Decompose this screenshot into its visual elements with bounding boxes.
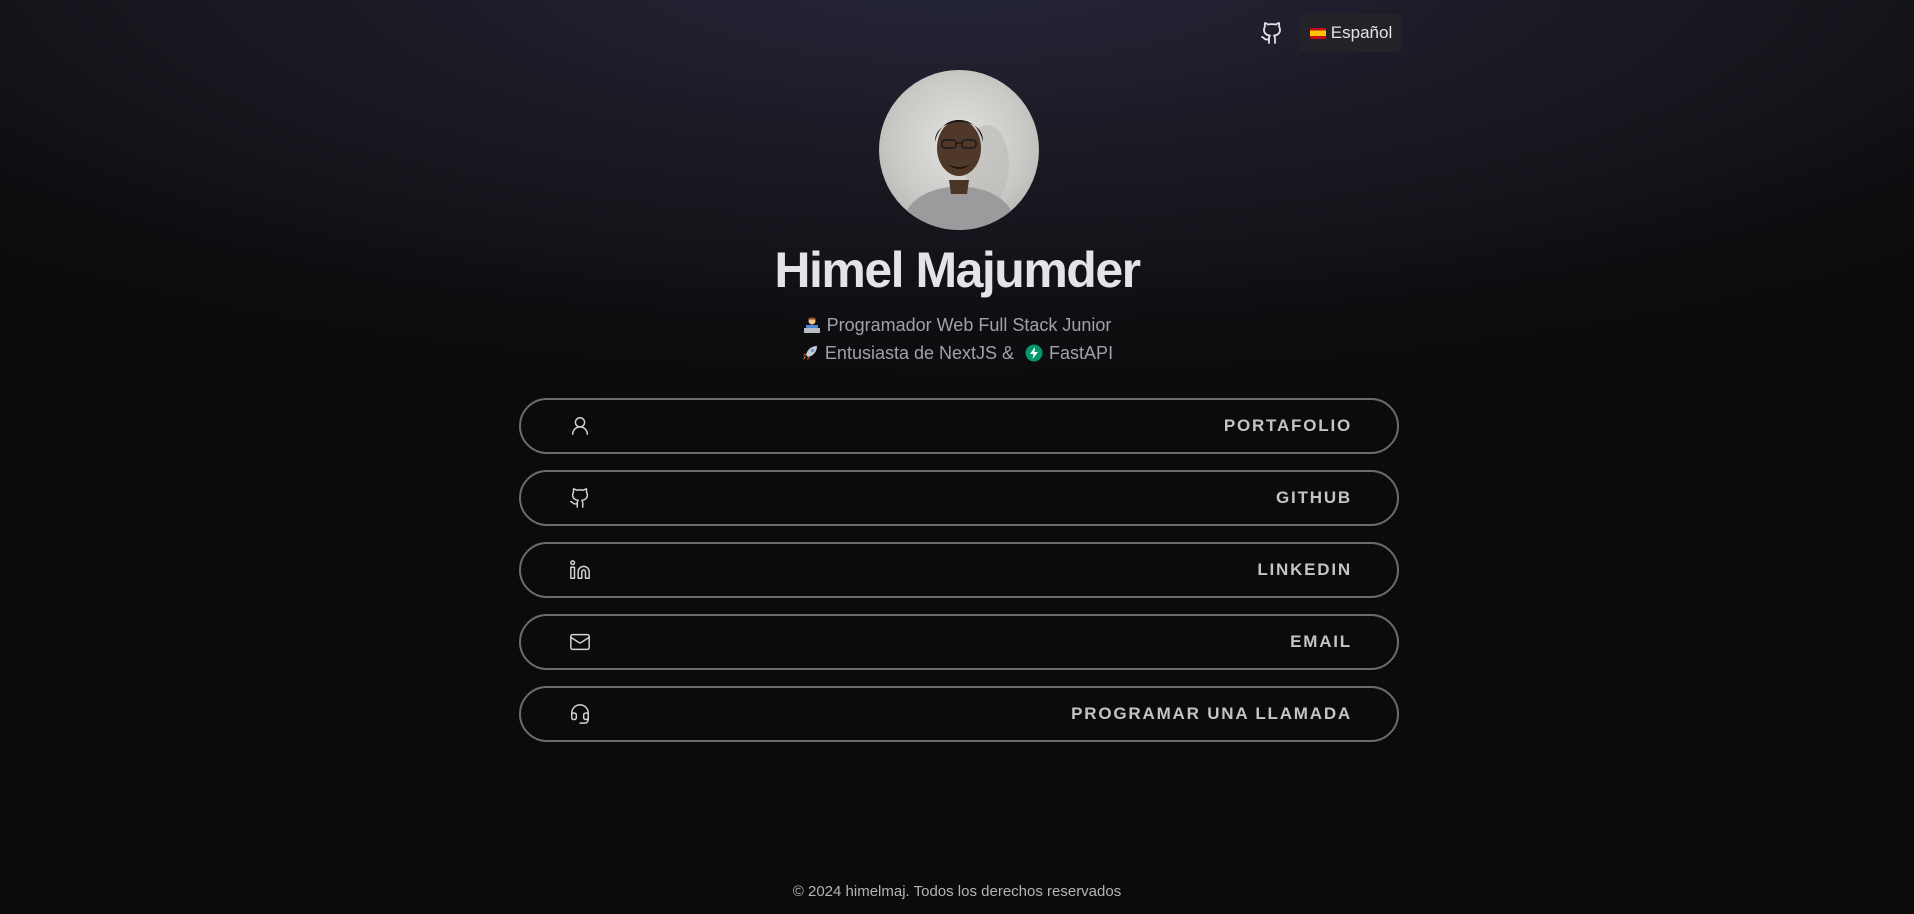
linkedin-button[interactable]: LINKEDIN	[519, 542, 1399, 598]
github-button[interactable]: GITHUB	[519, 470, 1399, 526]
fastapi-logo	[1025, 344, 1043, 362]
schedule-call-label: PROGRAMAR UNA LLAMADA	[1071, 704, 1352, 723]
top-bar: Español	[1258, 14, 1402, 52]
spain-flag-icon	[1309, 27, 1326, 39]
link-list: PORTAFOLIO GITHUB LINKEDIN EMAIL PROGRAM…	[519, 398, 1399, 758]
profile-name: Himel Majumder	[774, 242, 1141, 298]
mail-icon	[567, 629, 593, 655]
avatar	[879, 70, 1039, 230]
user-icon	[567, 413, 593, 439]
rocket-emoji	[802, 346, 817, 360]
language-label: Español	[1330, 23, 1393, 42]
tagline-fastapi-text: FastAPI	[1049, 343, 1114, 363]
email-label: EMAIL	[1290, 632, 1352, 651]
tagline-interests: Entusiasta de NextJS & FastAPI	[0, 341, 1914, 365]
language-selector[interactable]: Español	[1300, 14, 1402, 52]
headset-icon	[567, 701, 593, 727]
technologist-emoji	[803, 317, 820, 333]
tagline-interests-text: Entusiasta de NextJS &	[824, 343, 1015, 363]
github-icon[interactable]	[1258, 19, 1286, 47]
tagline-role-text: Programador Web Full Stack Junior	[826, 315, 1112, 335]
tagline-role: Programador Web Full Stack Junior	[0, 313, 1914, 337]
email-button[interactable]: EMAIL	[519, 614, 1399, 670]
schedule-call-button[interactable]: PROGRAMAR UNA LLAMADA	[519, 686, 1399, 742]
linkedin-icon	[567, 557, 593, 583]
github-label: GITHUB	[1276, 488, 1352, 507]
github-icon	[567, 485, 593, 511]
footer-copyright: © 2024 himelmaj. Todos los derechos rese…	[792, 883, 1122, 900]
portfolio-button[interactable]: PORTAFOLIO	[519, 398, 1399, 454]
portfolio-label: PORTAFOLIO	[1223, 416, 1352, 435]
linkedin-label: LINKEDIN	[1257, 560, 1352, 579]
